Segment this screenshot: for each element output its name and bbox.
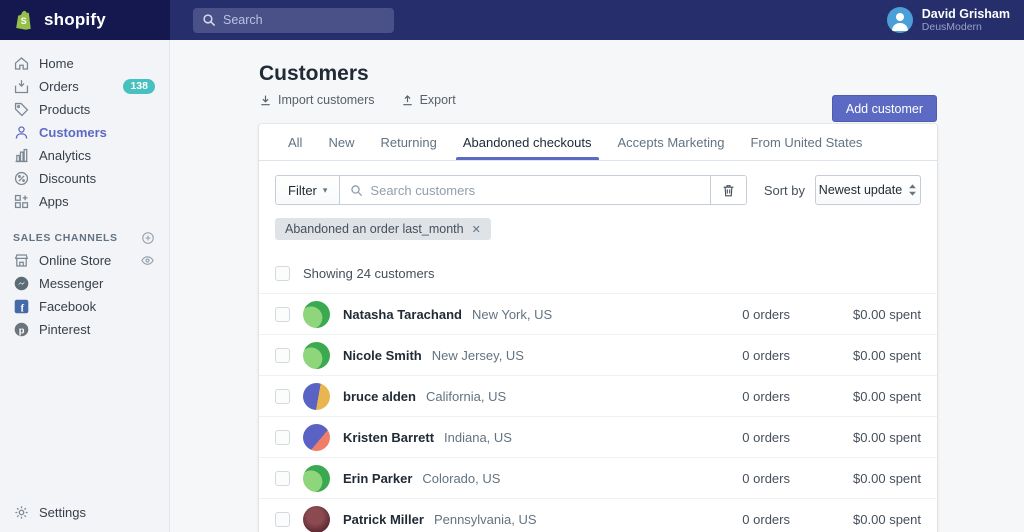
add-customer-button[interactable]: Add customer xyxy=(831,95,937,122)
user-avatar xyxy=(886,7,913,33)
user-menu[interactable]: David Grisham DeusModern xyxy=(867,7,1010,33)
svg-text:p: p xyxy=(19,325,25,335)
customers-card: All New Returning Abandoned checkouts Ac… xyxy=(259,124,937,532)
import-customers-button[interactable]: Import customers xyxy=(259,93,375,107)
sort-updown-icon xyxy=(908,184,917,196)
sidebar-item-online-store[interactable]: Online Store xyxy=(0,249,169,272)
row-checkbox[interactable] xyxy=(275,388,290,404)
customer-avatar xyxy=(303,505,330,532)
select-all-checkbox[interactable] xyxy=(275,266,290,281)
customers-icon xyxy=(13,124,30,141)
discount-icon xyxy=(13,170,30,187)
search-icon xyxy=(202,13,216,27)
customer-row[interactable]: Nicole Smith New Jersey, US 0 orders $0.… xyxy=(259,334,937,375)
row-checkbox[interactable] xyxy=(275,511,290,527)
clear-filters-button[interactable] xyxy=(709,176,746,204)
tab-abandoned-checkouts[interactable]: Abandoned checkouts xyxy=(450,124,605,160)
add-channel-icon[interactable] xyxy=(141,231,155,245)
tab-new[interactable]: New xyxy=(315,124,367,160)
customer-row[interactable]: bruce alden California, US 0 orders $0.0… xyxy=(259,375,937,416)
sidebar-item-settings[interactable]: Settings xyxy=(0,501,169,524)
tab-from-united-states[interactable]: From United States xyxy=(737,124,875,160)
global-search-input[interactable] xyxy=(193,7,394,33)
sidebar-item-customers[interactable]: Customers xyxy=(0,121,169,144)
shopify-wordmark: shopify xyxy=(44,10,106,29)
svg-text:S: S xyxy=(21,16,27,26)
sidebar-item-facebook[interactable]: f Facebook xyxy=(0,295,169,318)
apps-grid-icon xyxy=(13,193,30,210)
facebook-icon: f xyxy=(13,298,30,315)
customer-tabs: All New Returning Abandoned checkouts Ac… xyxy=(259,124,937,161)
filter-button[interactable]: Filter ▾ xyxy=(276,176,341,204)
row-checkbox[interactable] xyxy=(275,306,290,322)
orders-count-badge: 138 xyxy=(123,79,155,94)
chevron-down-icon: ▾ xyxy=(322,184,328,195)
row-checkbox[interactable] xyxy=(275,347,290,363)
export-icon xyxy=(401,94,414,107)
customer-avatar xyxy=(303,341,330,369)
remove-filter-icon[interactable]: ✕ xyxy=(472,223,481,236)
global-search xyxy=(193,7,860,33)
tab-accepts-marketing[interactable]: Accepts Marketing xyxy=(605,124,738,160)
customer-avatar xyxy=(303,300,330,328)
row-checkbox[interactable] xyxy=(275,470,290,486)
messenger-icon xyxy=(13,275,30,292)
export-button[interactable]: Export xyxy=(401,93,456,107)
page-title: Customers xyxy=(259,62,369,85)
sidebar-item-pinterest[interactable]: p Pinterest xyxy=(0,318,169,341)
svg-text:f: f xyxy=(21,304,25,315)
sidebar-item-messenger[interactable]: Messenger xyxy=(0,272,169,295)
bar-chart-icon xyxy=(13,147,30,164)
trash-icon xyxy=(721,183,736,198)
pinterest-icon: p xyxy=(13,321,30,338)
customer-row[interactable]: Patrick Miller Pennsylvania, US 0 orders… xyxy=(259,498,937,532)
tab-all[interactable]: All xyxy=(275,124,315,160)
user-store: DeusModern xyxy=(921,21,982,33)
sidebar-item-analytics[interactable]: Analytics xyxy=(0,144,169,167)
shopify-bag-icon: S xyxy=(12,8,37,33)
filter-group: Filter ▾ xyxy=(275,175,747,205)
topbar: S shopify David Grisham DeusModern xyxy=(0,0,1024,40)
sort-by-label: Sort by xyxy=(763,182,805,198)
search-icon xyxy=(350,184,363,197)
eye-icon[interactable] xyxy=(140,253,155,268)
customer-avatar xyxy=(303,464,330,492)
home-icon xyxy=(13,55,30,72)
shopify-logo[interactable]: S shopify xyxy=(0,0,170,40)
list-header: Showing 24 customers xyxy=(259,252,937,293)
sales-channels-heading: SALES CHANNELS xyxy=(0,227,169,249)
applied-filter-tag: Abandoned an order last_month ✕ xyxy=(275,218,491,240)
sidebar-item-orders[interactable]: Orders 138 xyxy=(0,75,169,98)
customer-search xyxy=(340,176,709,204)
main-area: Customers Import customers Export Add cu… xyxy=(170,40,1024,532)
sidebar-item-discounts[interactable]: Discounts xyxy=(0,167,169,190)
customer-search-input[interactable] xyxy=(370,182,700,198)
customer-row[interactable]: Natasha Tarachand New York, US 0 orders … xyxy=(259,293,937,334)
user-name: David Grisham xyxy=(921,7,1010,21)
sort-select[interactable]: Newest update xyxy=(815,175,921,205)
sidebar: Home Orders 138 Products Customers Analy… xyxy=(0,40,170,532)
import-icon xyxy=(259,94,272,107)
customer-avatar xyxy=(303,423,330,451)
gear-icon xyxy=(13,504,30,521)
list-summary: Showing 24 customers xyxy=(303,266,435,281)
topbar-main: David Grisham DeusModern xyxy=(170,0,1024,40)
sidebar-item-products[interactable]: Products xyxy=(0,98,169,121)
customer-row[interactable]: Erin Parker Colorado, US 0 orders $0.00 … xyxy=(259,457,937,498)
orders-icon xyxy=(13,78,30,95)
sidebar-item-home[interactable]: Home xyxy=(0,52,169,75)
customer-row[interactable]: Kristen Barrett Indiana, US 0 orders $0.… xyxy=(259,416,937,457)
customer-avatar xyxy=(303,382,330,410)
tag-icon xyxy=(13,101,30,118)
sidebar-item-apps[interactable]: Apps xyxy=(0,190,169,213)
row-checkbox[interactable] xyxy=(275,429,290,445)
tab-returning[interactable]: Returning xyxy=(367,124,449,160)
storefront-icon xyxy=(13,252,30,269)
